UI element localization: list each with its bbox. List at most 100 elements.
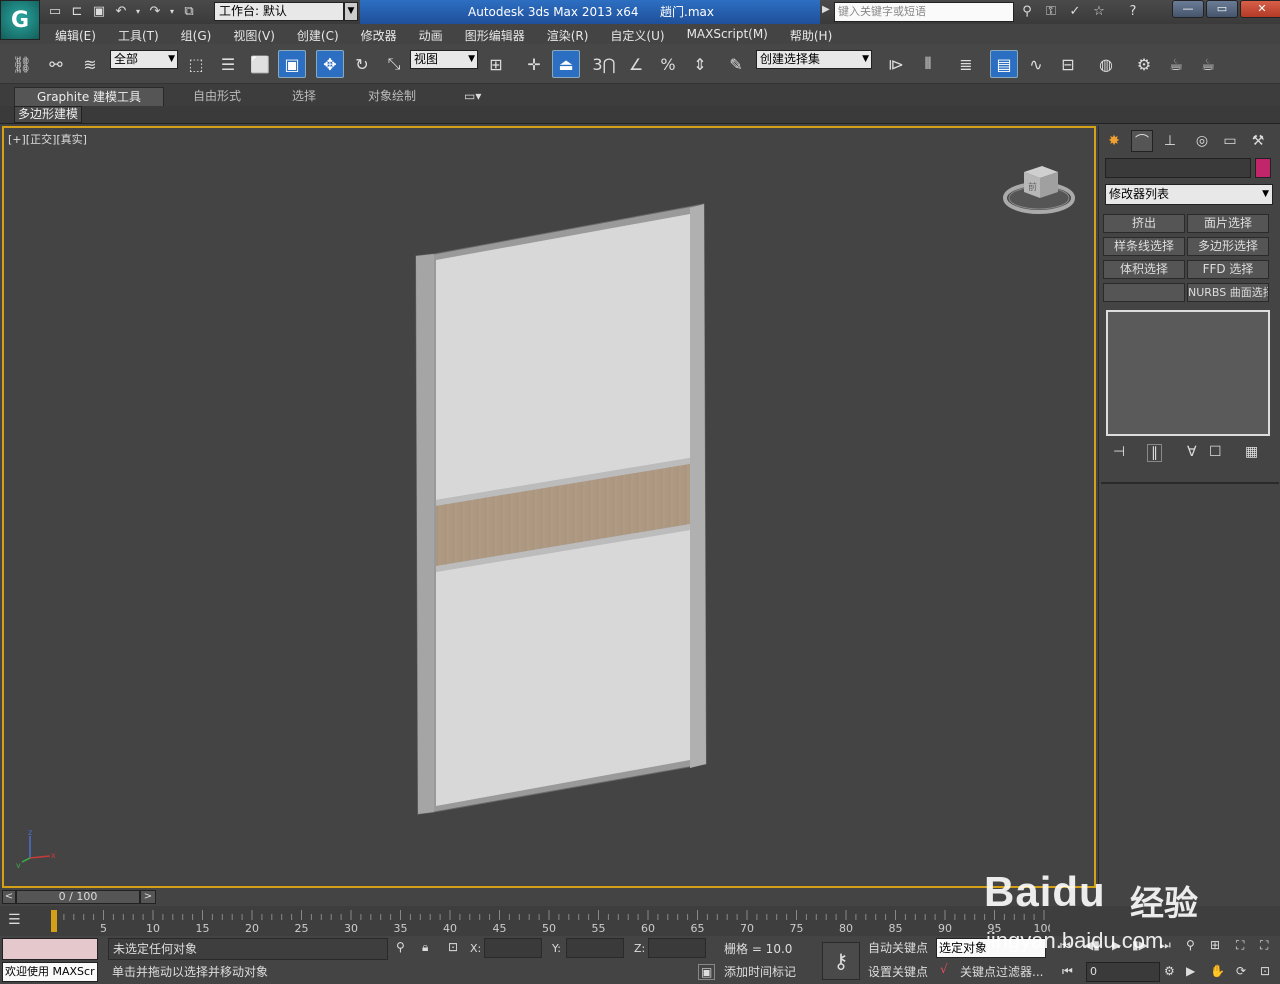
door-model[interactable] <box>4 128 1094 886</box>
rectangular-selection-icon[interactable]: ⬜ <box>246 50 274 78</box>
save-icon[interactable]: ▣ <box>90 2 108 20</box>
modify-tab-icon[interactable]: ⌒ <box>1131 130 1153 152</box>
schematic-view-icon[interactable]: ⊟ <box>1054 50 1082 78</box>
set-key-icon[interactable]: ⚷ <box>822 942 860 980</box>
workspace-dropdown[interactable]: 工作台: 默认 <box>214 2 344 21</box>
poly-select-button[interactable]: 多边形选择 <box>1187 237 1269 256</box>
next-frame-icon[interactable]: > <box>140 890 156 904</box>
configure-modifier-sets-icon[interactable]: ▦ <box>1245 444 1258 460</box>
motion-tab-icon[interactable]: ◎ <box>1191 130 1213 152</box>
mini-curve-editor-icon[interactable]: ☰ <box>8 912 21 928</box>
y-coordinate-field[interactable] <box>566 938 624 958</box>
viewcube[interactable]: 前 <box>1002 158 1076 218</box>
edit-named-selection-icon[interactable]: ✎ <box>722 50 750 78</box>
pin-stack-icon[interactable]: ⊣ <box>1113 444 1125 460</box>
lock-selection-light-icon[interactable]: ⚲ <box>396 940 405 954</box>
menu-edit[interactable]: 编辑(E) <box>55 27 96 44</box>
key-mode-toggle-icon[interactable]: ⏮ <box>1062 964 1073 979</box>
open-file-icon[interactable]: ⊏ <box>68 2 86 20</box>
menu-modifiers[interactable]: 修改器 <box>361 27 397 44</box>
select-and-move-icon[interactable]: ✥ <box>316 50 344 78</box>
menu-help[interactable]: 帮助(H) <box>790 27 832 44</box>
current-frame-field[interactable]: 0 <box>1086 962 1160 982</box>
time-slider-thumb[interactable]: 0 / 100 <box>16 890 140 904</box>
mirror-icon[interactable]: ⧐ <box>882 50 910 78</box>
empty-modifier-button[interactable] <box>1103 283 1185 302</box>
tab-graphite-modeling[interactable]: Graphite 建模工具 <box>14 87 164 106</box>
ffd-select-button[interactable]: FFD 选择 <box>1187 260 1269 279</box>
auto-key-button[interactable]: 自动关键点 <box>866 938 928 958</box>
menu-rendering[interactable]: 渲染(R) <box>547 27 589 44</box>
z-coordinate-field[interactable] <box>648 938 706 958</box>
close-button[interactable]: ✕ <box>1240 0 1280 18</box>
menu-create[interactable]: 创建(C) <box>297 27 339 44</box>
add-time-tag[interactable]: 添加时间标记 <box>720 962 816 982</box>
layer-manager-icon[interactable]: ≣ <box>952 50 980 78</box>
maximize-button[interactable]: ▭ <box>1206 0 1238 18</box>
minimize-button[interactable]: — <box>1172 0 1204 18</box>
select-and-link-icon[interactable]: ⛓ <box>8 50 36 78</box>
maxscript-listener-mini[interactable] <box>2 938 98 960</box>
show-end-result-icon[interactable]: ∥ <box>1147 444 1162 462</box>
tab-object-paint[interactable]: 对象绘制 <box>368 87 416 106</box>
percent-snap-icon[interactable]: % <box>654 50 682 78</box>
keyboard-shortcut-override-icon[interactable]: ⏏ <box>552 50 580 78</box>
undo-dropdown-icon[interactable]: ▾ <box>134 2 142 20</box>
ribbon-options-icon[interactable]: ▭▾ <box>464 87 481 106</box>
maximize-viewport-icon[interactable]: ⊡ <box>1260 964 1270 978</box>
material-editor-icon[interactable]: ◍ <box>1092 50 1120 78</box>
spline-select-button[interactable]: 样条线选择 <box>1103 237 1185 256</box>
manipulate-icon[interactable]: ✛ <box>520 50 548 78</box>
chevron-down-icon[interactable]: ▼ <box>344 2 358 21</box>
window-crossing-icon[interactable]: ▣ <box>278 50 306 78</box>
x-coordinate-field[interactable] <box>484 938 542 958</box>
create-tab-icon[interactable]: ✸ <box>1103 130 1125 152</box>
search-input[interactable]: 键入关键字或短语 <box>834 2 1014 22</box>
select-by-name-icon[interactable]: ☰ <box>214 50 242 78</box>
select-and-rotate-icon[interactable]: ↻ <box>348 50 376 78</box>
perspective-viewport[interactable]: [+][正交][真实] z x y <box>2 126 1096 888</box>
menu-tools[interactable]: 工具(T) <box>118 27 159 44</box>
volume-select-button[interactable]: 体积选择 <box>1103 260 1185 279</box>
help-icon[interactable]: ? <box>1124 2 1142 20</box>
menu-animation[interactable]: 动画 <box>419 27 443 44</box>
select-and-scale-icon[interactable]: ⤡ <box>380 50 408 78</box>
select-object-icon[interactable]: ⬚ <box>182 50 210 78</box>
search-expand-icon[interactable]: ▶ <box>822 4 830 15</box>
nurbs-surface-select-button[interactable]: NURBS 曲面选择 <box>1187 283 1269 302</box>
orbit-icon[interactable]: ⟳ <box>1236 964 1246 978</box>
pivot-center-icon[interactable]: ⊞ <box>482 50 510 78</box>
object-color-swatch[interactable] <box>1255 158 1271 178</box>
project-folder-icon[interactable]: ⧉ <box>180 2 198 20</box>
time-tag-icon[interactable]: ▣ <box>698 964 716 980</box>
redo-dropdown-icon[interactable]: ▾ <box>168 2 176 20</box>
tab-freeform[interactable]: 自由形式 <box>193 87 241 106</box>
maxscript-welcome[interactable]: 欢迎使用 MAXScr <box>2 962 98 982</box>
new-file-icon[interactable]: ▭ <box>46 2 64 20</box>
binoculars-icon[interactable]: ⚲ <box>1018 2 1036 20</box>
curve-editor-icon[interactable]: ∿ <box>1022 50 1050 78</box>
display-tab-icon[interactable]: ▭ <box>1219 130 1241 152</box>
make-unique-icon[interactable]: ∀ <box>1187 444 1197 460</box>
tab-selection[interactable]: 选择 <box>292 87 316 106</box>
modifier-stack[interactable] <box>1106 310 1270 436</box>
frame-ruler[interactable]: 0510152025303540455055606570758085909510… <box>50 908 1050 934</box>
extrude-button[interactable]: 挤出 <box>1103 214 1185 233</box>
render-setup-icon[interactable]: ⚙ <box>1130 50 1158 78</box>
reference-coordinate-dropdown[interactable]: 视图 ▼ <box>410 50 478 69</box>
lock-icon[interactable]: 🔒︎ <box>422 940 428 955</box>
time-configuration-icon[interactable]: ⚙ <box>1164 964 1175 978</box>
patch-select-button[interactable]: 面片选择 <box>1187 214 1269 233</box>
app-logo-button[interactable]: G <box>0 0 40 40</box>
angle-snap-icon[interactable]: ∠ <box>622 50 650 78</box>
rendered-frame-window-icon[interactable]: ☕ <box>1162 50 1190 78</box>
set-key-button[interactable]: 设置关键点 <box>866 962 928 982</box>
subscription-key-icon[interactable]: ⚿ <box>1042 2 1060 20</box>
key-filters-button[interactable]: 关键点过滤器... <box>958 962 1043 982</box>
spinner-snap-icon[interactable]: ⇕ <box>686 50 714 78</box>
remove-modifier-icon[interactable]: ☐ <box>1209 444 1222 460</box>
render-production-icon[interactable]: ☕ <box>1194 50 1222 78</box>
polygon-modeling-panel[interactable]: 多边形建模 <box>14 106 83 123</box>
communication-center-icon[interactable]: ✓ <box>1066 2 1084 20</box>
key-tangent-icon[interactable]: √ <box>940 962 948 976</box>
